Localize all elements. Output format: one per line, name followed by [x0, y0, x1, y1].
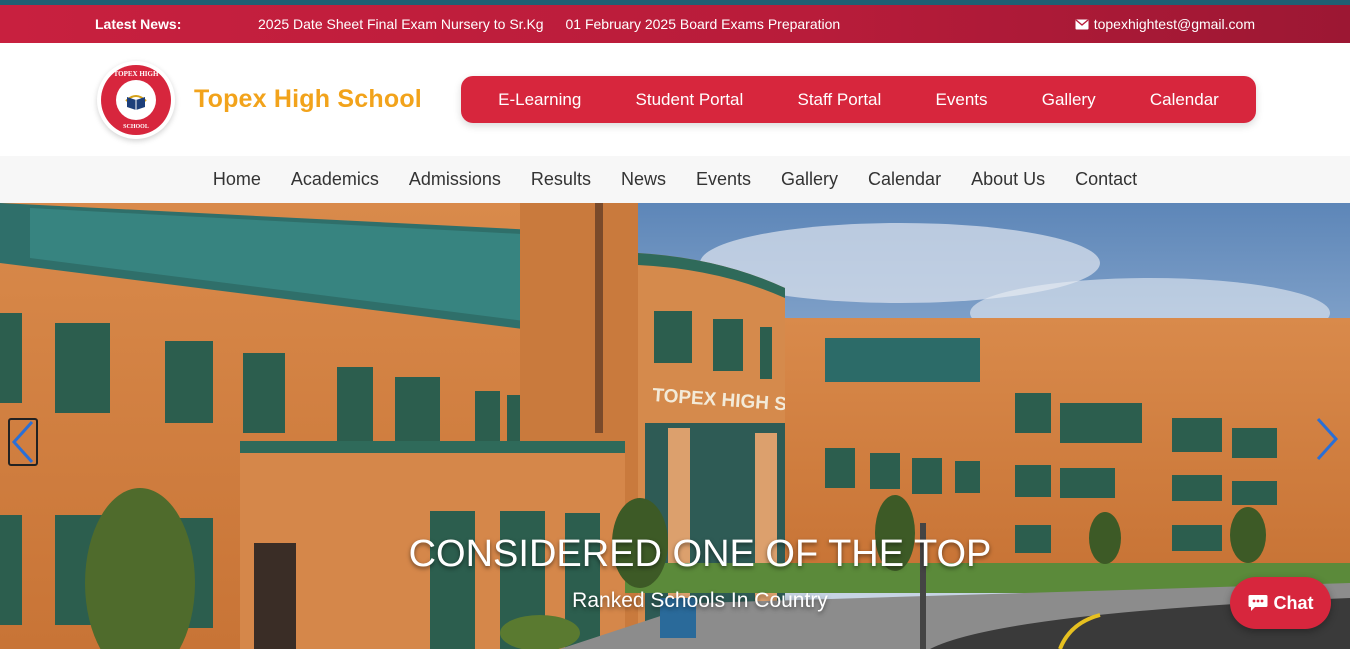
- chevron-left-icon: [11, 420, 34, 464]
- news-item[interactable]: 01 February 2025 Board Exams Preparation: [565, 16, 840, 32]
- nav-admissions[interactable]: Admissions: [409, 169, 501, 190]
- hero-image: TOPEX HIGH SCHOOL: [0, 203, 1350, 649]
- main-nav: Home Academics Admissions Results News E…: [0, 156, 1350, 203]
- nav-results[interactable]: Results: [531, 169, 591, 190]
- nav-news[interactable]: News: [621, 169, 666, 190]
- slider-prev-button[interactable]: [8, 418, 38, 466]
- school-logo[interactable]: TOPEX HIGH SCHOOL: [97, 61, 175, 139]
- site-header: TOPEX HIGH SCHOOL Topex High School E-Le…: [0, 43, 1350, 156]
- site-title[interactable]: Topex High School: [194, 85, 422, 114]
- nav-contact[interactable]: Contact: [1075, 169, 1137, 190]
- email-link[interactable]: topexhightest@gmail.com: [1075, 16, 1255, 32]
- chat-button[interactable]: Chat: [1230, 577, 1331, 629]
- portal-link-staff-portal[interactable]: Staff Portal: [798, 90, 882, 110]
- nav-home[interactable]: Home: [213, 169, 261, 190]
- book-icon: [116, 80, 156, 120]
- nav-events[interactable]: Events: [696, 169, 751, 190]
- chat-label: Chat: [1273, 592, 1314, 613]
- nav-gallery[interactable]: Gallery: [781, 169, 838, 190]
- hero-subtitle: Ranked Schools In Country: [572, 589, 828, 612]
- nav-calendar[interactable]: Calendar: [868, 169, 941, 190]
- chevron-right-icon: [1316, 417, 1339, 461]
- hero-slider: TOPEX HIGH SCHOOL CONSIDERED ONE OF THE …: [0, 203, 1350, 649]
- portal-link-e-learning[interactable]: E-Learning: [498, 90, 581, 110]
- hero-title: CONSIDERED ONE OF THE TOP: [408, 533, 992, 575]
- nav-academics[interactable]: Academics: [291, 169, 379, 190]
- news-item[interactable]: 2025 Date Sheet Final Exam Nursery to Sr…: [258, 16, 544, 32]
- portal-link-gallery[interactable]: Gallery: [1042, 90, 1096, 110]
- news-ticker: 2025 Date Sheet Final Exam Nursery to Sr…: [258, 16, 858, 32]
- news-label: Latest News:: [95, 16, 182, 32]
- logo-text-top: TOPEX HIGH: [113, 70, 159, 78]
- portal-nav: E-Learning Student Portal Staff Portal E…: [461, 76, 1256, 123]
- nav-about-us[interactable]: About Us: [971, 169, 1045, 190]
- envelope-icon: [1075, 18, 1089, 30]
- email-text: topexhightest@gmail.com: [1093, 16, 1255, 32]
- chat-bubble-icon: [1248, 595, 1267, 611]
- news-bar: Latest News: 2025 Date Sheet Final Exam …: [0, 5, 1350, 43]
- portal-link-calendar[interactable]: Calendar: [1150, 90, 1219, 110]
- portal-link-student-portal[interactable]: Student Portal: [636, 90, 744, 110]
- logo-text-bottom: SCHOOL: [123, 124, 149, 130]
- slider-next-button[interactable]: [1314, 417, 1344, 465]
- portal-link-events[interactable]: Events: [936, 90, 988, 110]
